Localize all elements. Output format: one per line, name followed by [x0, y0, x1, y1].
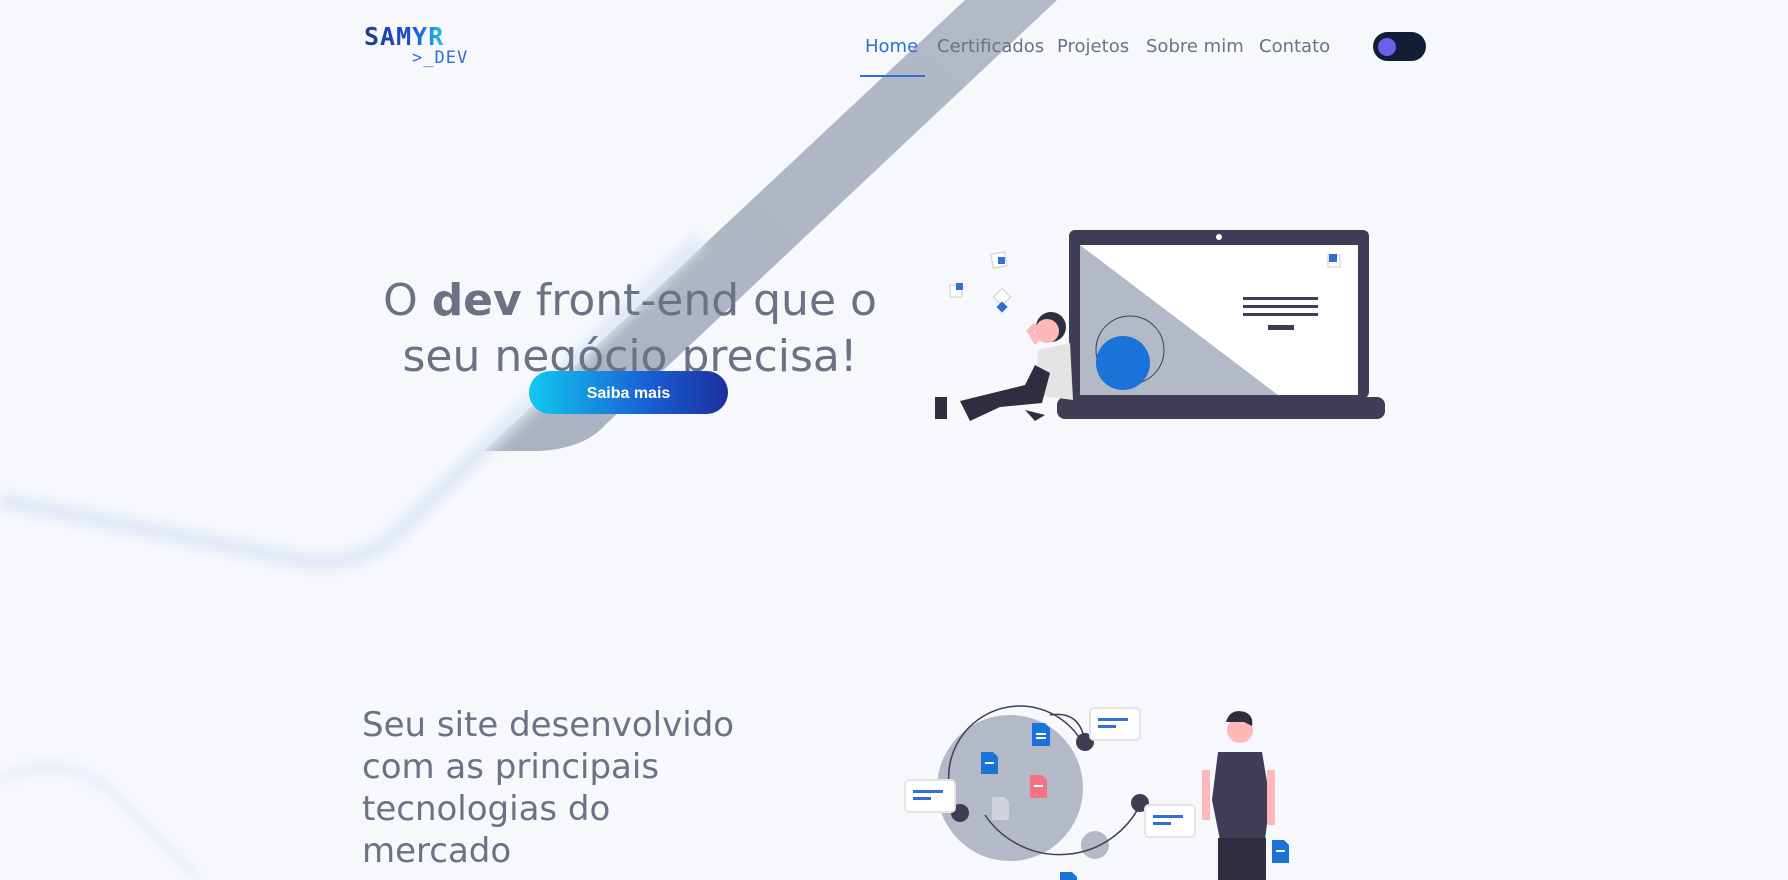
nav-item-home[interactable]: Home	[865, 36, 918, 58]
theme-toggle[interactable]	[1373, 32, 1426, 61]
logo-text-secondary: >_DEV	[412, 48, 469, 68]
hero-title-prefix: O	[383, 275, 432, 327]
technologies-illustration	[904, 705, 1289, 880]
hero-title-bold: dev	[431, 275, 522, 327]
background-decoration	[0, 0, 1057, 880]
saiba-mais-button[interactable]: Saiba mais	[529, 371, 728, 414]
logo-text-primary: SAMYR	[364, 22, 445, 51]
hero-illustration	[935, 230, 1385, 421]
nav-item-contato[interactable]: Contato	[1259, 36, 1330, 58]
theme-toggle-knob	[1378, 38, 1396, 56]
nav-item-projetos[interactable]: Projetos	[1057, 36, 1129, 58]
nav-item-sobre-mim[interactable]: Sobre mim	[1146, 36, 1244, 58]
site-header: SAMYR >_DEV Home Certificados Projetos S…	[0, 0, 1788, 80]
nav-active-indicator	[860, 75, 925, 77]
section2-title: Seu site desenvolvido com as principais …	[362, 705, 735, 871]
hero-title: O dev front-end que o seu negócio precis…	[360, 273, 900, 385]
logo[interactable]: SAMYR >_DEV	[364, 24, 484, 70]
nav-item-certificados[interactable]: Certificados	[937, 36, 1044, 58]
